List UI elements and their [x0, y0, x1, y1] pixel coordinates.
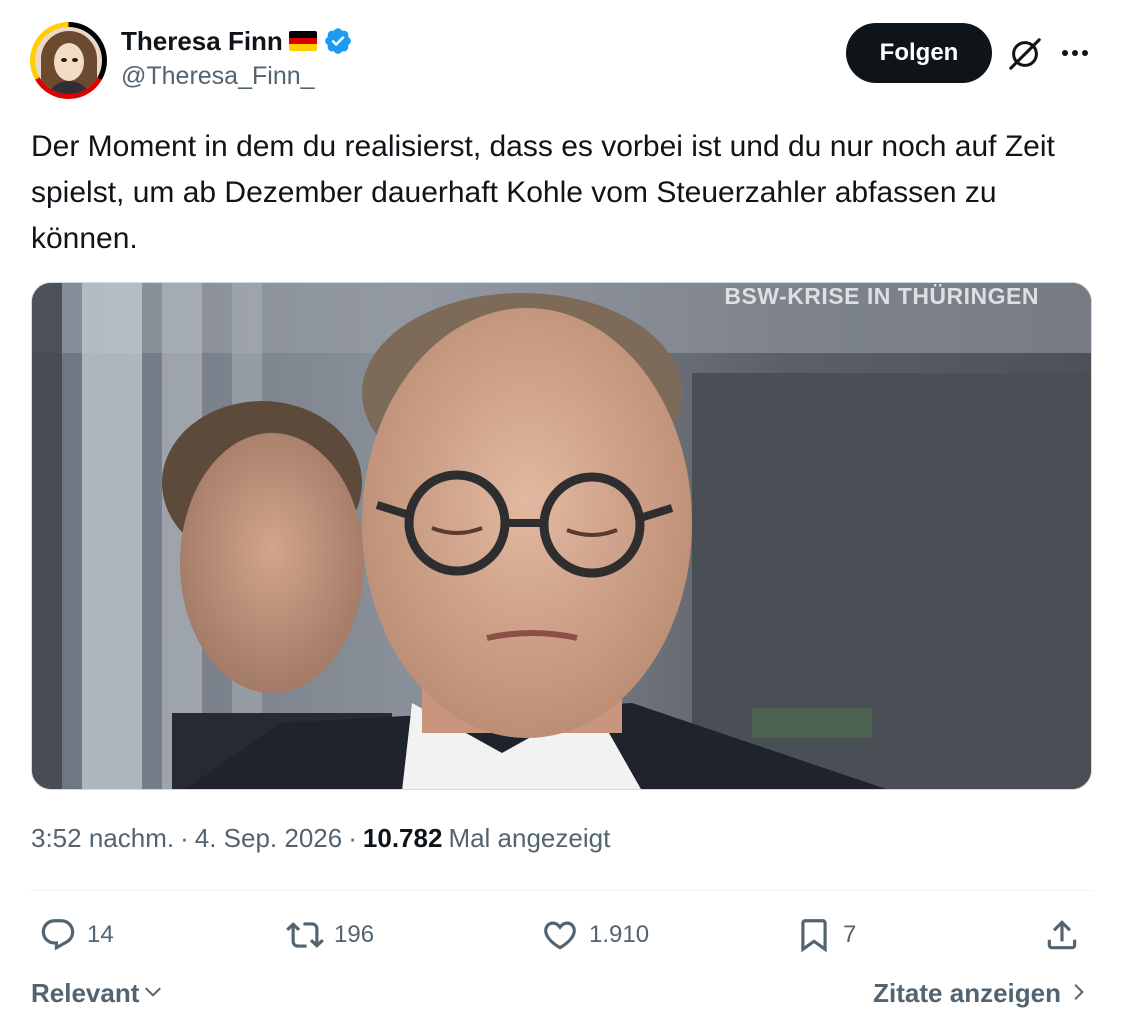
video-caption: BSW-KRISE IN THÜRINGEN: [724, 283, 1039, 309]
divider: [31, 890, 1092, 891]
chevron-right-icon: [1069, 978, 1089, 1009]
more-options-icon[interactable]: [1058, 38, 1092, 68]
share-button[interactable]: [1043, 912, 1081, 958]
author-name-row: Theresa Finn: [121, 24, 353, 58]
tweet-media-video[interactable]: BSW-KRISE IN THÜRINGEN: [31, 282, 1092, 790]
meta-separator: ·: [180, 823, 189, 853]
share-icon: [1047, 920, 1077, 950]
view-quotes-link[interactable]: Zitate anzeigen: [873, 978, 1089, 1009]
tweet-text: Der Moment in dem du realisierst, dass e…: [31, 130, 1055, 255]
avatar-image: [35, 27, 102, 94]
repost-button[interactable]: 196: [286, 912, 374, 958]
bookmark-button[interactable]: 7: [795, 912, 856, 958]
bookmark-count: 7: [843, 921, 857, 948]
video-frame-image: [32, 283, 1091, 789]
meta-separator: ·: [348, 823, 357, 853]
author-display-name[interactable]: Theresa Finn: [121, 26, 283, 57]
views-label: Mal angezeigt: [448, 823, 611, 853]
like-button[interactable]: 1.910: [541, 912, 649, 958]
repost-count: 196: [334, 921, 375, 948]
views-count: 10.782: [362, 823, 443, 853]
tweet-date[interactable]: 4. Sep. 2026: [195, 823, 342, 854]
quotes-label: Zitate anzeigen: [873, 978, 1061, 1008]
sort-replies-dropdown[interactable]: Relevant: [31, 978, 163, 1009]
avatar[interactable]: [30, 22, 107, 99]
reply-icon: [41, 919, 75, 951]
verified-badge-icon[interactable]: [323, 26, 353, 56]
bookmark-icon: [801, 919, 827, 953]
author-handle[interactable]: @Theresa_Finn_: [121, 62, 315, 91]
tweet-meta: 3:52 nachm. · 4. Sep. 2026 · 10.782 Mal …: [31, 823, 610, 854]
reply-count: 14: [87, 921, 114, 948]
chevron-down-icon: [143, 978, 163, 1009]
tweet-actions: 14 196 1.910 7: [31, 912, 1092, 958]
follow-button[interactable]: Folgen: [846, 23, 992, 83]
sort-label: Relevant: [31, 978, 140, 1008]
germany-flag-icon: [288, 31, 317, 51]
tweet-time[interactable]: 3:52 nachm.: [31, 823, 174, 854]
grok-icon[interactable]: [1006, 35, 1044, 73]
repost-icon: [286, 922, 324, 948]
heart-icon: [544, 921, 576, 950]
reply-button[interactable]: 14: [39, 912, 114, 958]
like-count: 1.910: [589, 921, 650, 948]
